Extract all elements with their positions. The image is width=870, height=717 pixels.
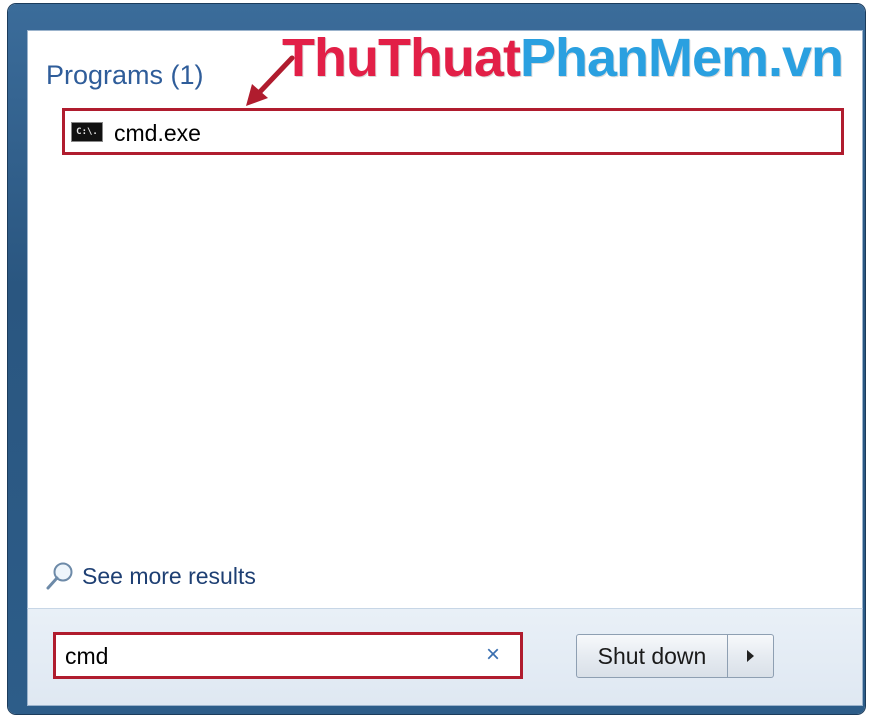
result-item-label: cmd.exe	[114, 120, 201, 146]
watermark-part-1: ThuThuat	[282, 28, 521, 88]
result-item-cmd[interactable]: C:\. cmd.exe	[62, 108, 844, 155]
clear-search-icon[interactable]: ×	[480, 642, 506, 668]
shutdown-control: Shut down	[576, 634, 774, 678]
cmd-icon: C:\.	[71, 122, 103, 142]
magnifier-icon	[46, 562, 73, 590]
search-box: ×	[53, 632, 523, 679]
see-more-results-label: See more results	[82, 562, 256, 589]
programs-section-title: Programs (1)	[46, 60, 204, 90]
see-more-results-link[interactable]: See more results	[44, 558, 256, 594]
shutdown-button[interactable]: Shut down	[576, 634, 728, 678]
watermark-logo: ThuThuatPhanMem.vn	[282, 27, 844, 89]
shutdown-options-button[interactable]	[728, 634, 774, 678]
search-input[interactable]	[65, 641, 465, 671]
watermark-part-2: PhanMem.vn	[519, 28, 844, 88]
annotation-arrow-icon	[246, 55, 295, 106]
arrow-right-icon	[747, 650, 754, 662]
